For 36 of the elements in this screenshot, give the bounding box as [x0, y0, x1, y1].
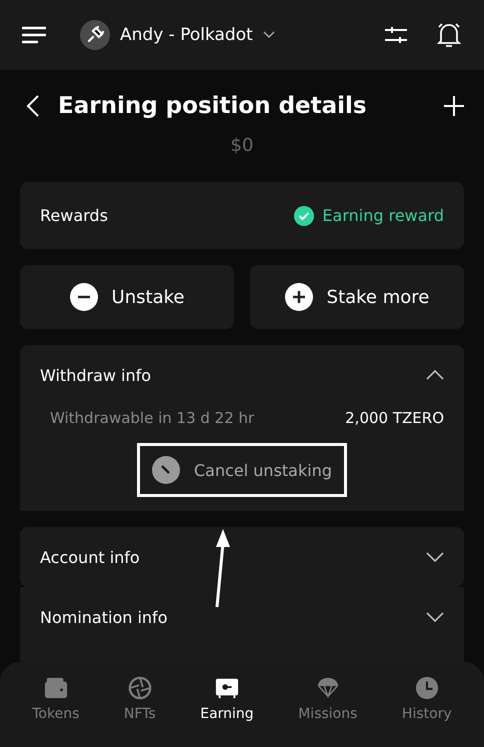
account-name[interactable]: Andy - Polkadot — [120, 25, 253, 45]
tab[interactable]: Tokens — [32, 676, 80, 722]
chevron-down-icon[interactable] — [262, 31, 275, 39]
cancel-unstaking-button[interactable]: Cancel unstaking — [137, 443, 347, 497]
bell-icon[interactable] — [436, 21, 462, 49]
back-icon[interactable] — [26, 95, 40, 117]
chevron-down-icon[interactable] — [426, 612, 444, 622]
chevron-down-icon[interactable] — [426, 552, 444, 562]
tab[interactable]: Missions — [298, 676, 358, 722]
clock-icon — [414, 676, 440, 700]
page-title: Earning position details — [58, 93, 368, 119]
stake-more-button[interactable]: Stake more — [250, 265, 464, 329]
sliders-icon[interactable] — [384, 24, 408, 46]
plug-icon — [80, 20, 110, 50]
section-title[interactable]: Account info — [40, 548, 140, 566]
tab[interactable]: Earning — [200, 676, 254, 722]
rewards-label: Rewards — [40, 206, 108, 225]
withdraw-label: Withdrawable in 13 d 22 hr — [50, 409, 254, 427]
check-circle-icon — [294, 206, 314, 226]
tab[interactable]: History — [402, 676, 452, 722]
minus-circle-icon — [70, 283, 98, 311]
section-title[interactable]: Withdraw info — [40, 366, 152, 384]
section-title[interactable]: Nomination info — [40, 608, 168, 626]
chevron-up-icon[interactable] — [426, 370, 444, 380]
withdraw-amount: 2,000 TZERO — [345, 409, 444, 427]
tab[interactable]: NFTs — [124, 676, 156, 722]
plus-circle-icon — [284, 283, 313, 311]
wallet-icon — [42, 676, 69, 700]
reward-status: Earning reward — [322, 206, 444, 225]
safe-icon — [214, 676, 240, 700]
menu-icon[interactable] — [22, 26, 46, 44]
unstake-button[interactable]: Unstake — [20, 265, 234, 329]
plus-icon[interactable] — [444, 96, 464, 116]
balance-amount: $0 — [230, 136, 254, 156]
aperture-icon — [126, 676, 153, 700]
cancel-circle-icon — [152, 456, 180, 484]
